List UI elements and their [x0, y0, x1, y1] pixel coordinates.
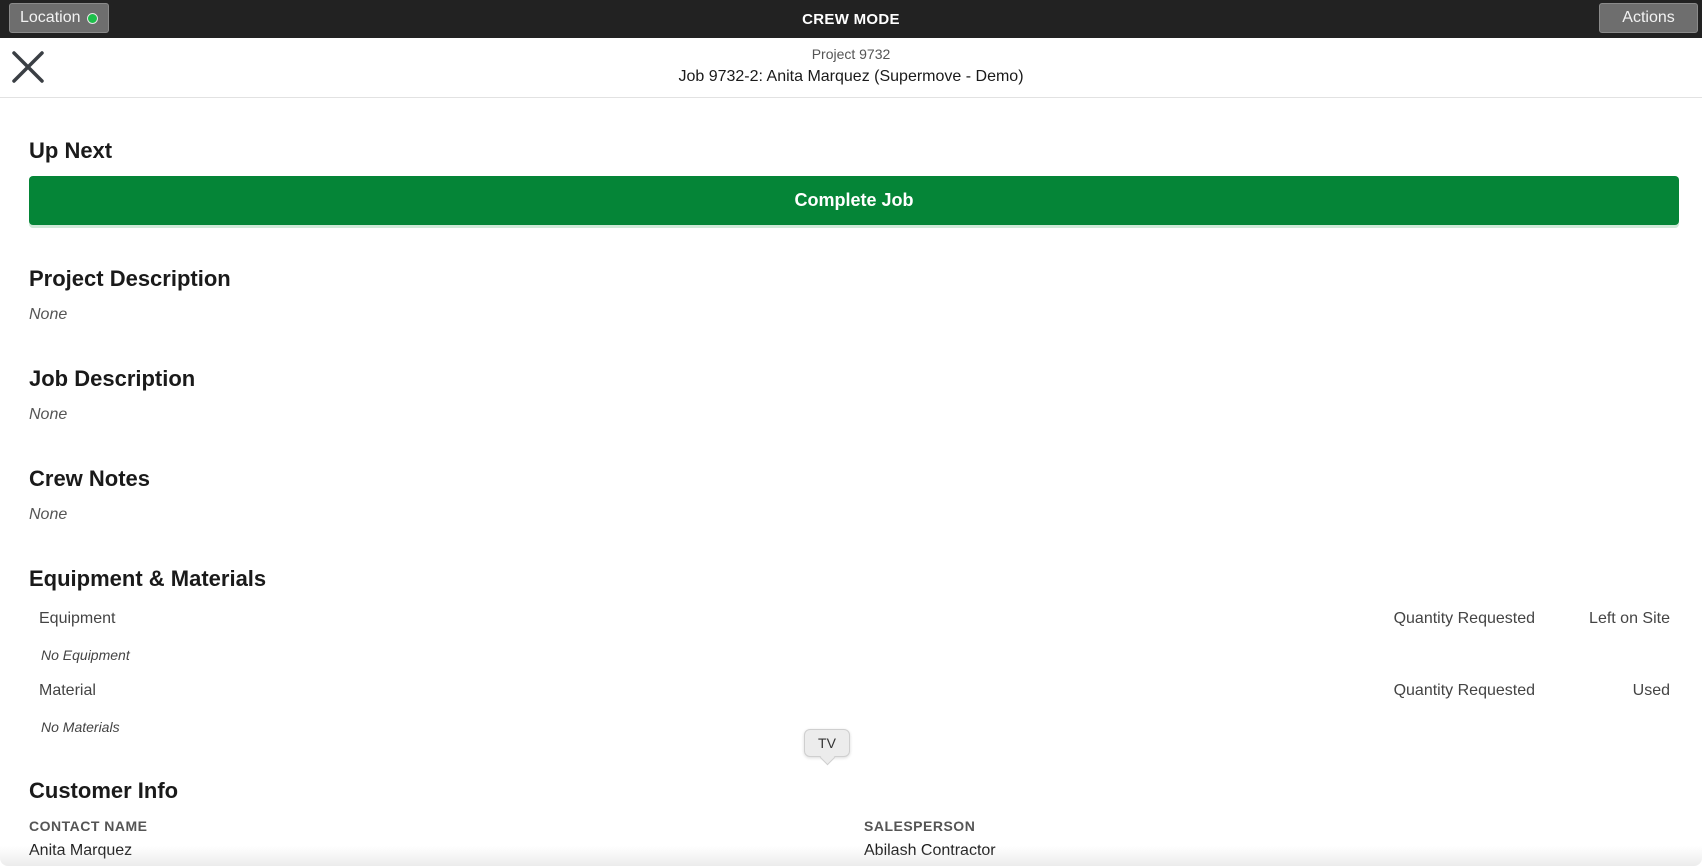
project-description-value: None: [29, 306, 68, 323]
material-header: Material: [39, 682, 96, 699]
material-header-row: Material Quantity Requested Used: [39, 682, 1670, 706]
materials-empty: No Materials: [41, 719, 120, 735]
job-header: Project 9732 Job 9732-2: Anita Marquez (…: [0, 38, 1702, 98]
job-title: Job 9732-2: Anita Marquez (Supermove - D…: [678, 68, 1024, 85]
job-content[interactable]: Up Next Complete Job Project Description…: [0, 98, 1702, 866]
salesperson-value: Abilash Contractor: [864, 842, 996, 859]
material-qty-header: Quantity Requested: [1393, 682, 1535, 699]
job-description-value: None: [29, 406, 68, 423]
equipment-empty: No Equipment: [41, 647, 130, 663]
job-description-title: Job Description: [29, 366, 196, 391]
contact-name-label: CONTACT NAME: [29, 818, 148, 834]
equipment-materials-title: Equipment & Materials: [29, 566, 267, 591]
up-next-title: Up Next: [29, 138, 113, 163]
project-description-title: Project Description: [29, 266, 231, 291]
crew-mode-title: CREW MODE: [802, 10, 900, 28]
equipment-header-row: Equipment Quantity Requested Left on Sit…: [39, 610, 1670, 634]
equipment-header: Equipment: [39, 610, 116, 627]
bottom-fade: [0, 846, 1702, 866]
equipment-left-header: Left on Site: [1589, 610, 1670, 627]
material-used-header: Used: [1632, 682, 1670, 699]
actions-button[interactable]: Actions: [1599, 3, 1698, 33]
project-number: Project 9732: [811, 46, 891, 62]
salesperson-label: SALESPERSON: [864, 818, 976, 834]
contact-name-value: Anita Marquez: [29, 842, 133, 859]
complete-job-button[interactable]: Complete Job: [29, 176, 1679, 225]
crew-notes-value: None: [29, 506, 68, 523]
tv-badge[interactable]: TV: [804, 729, 850, 757]
customer-info-title: Customer Info: [29, 778, 179, 803]
location-button[interactable]: Location: [9, 3, 109, 33]
top-bar: Location CREW MODE Actions: [0, 0, 1702, 38]
location-label: Location: [20, 9, 81, 26]
location-status-icon: [86, 12, 98, 24]
crew-notes-title: Crew Notes: [29, 466, 151, 491]
equipment-qty-header: Quantity Requested: [1393, 610, 1535, 627]
